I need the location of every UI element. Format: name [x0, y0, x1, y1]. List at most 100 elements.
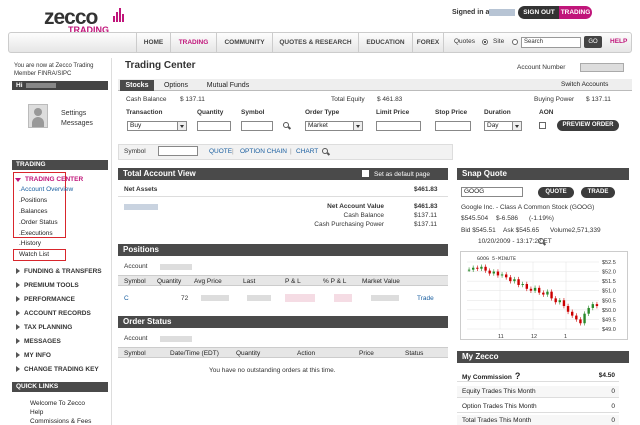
chart-candle — [562, 300, 566, 307]
snap-quote-symbol-input[interactable]: GOOG — [461, 187, 523, 197]
nav-forex[interactable]: FOREX — [412, 33, 444, 52]
nav-trading[interactable]: TRADING — [170, 33, 216, 52]
position-quantity: 72 — [181, 295, 189, 302]
nav-home[interactable]: HOME — [136, 33, 170, 52]
sidebar-item-performance[interactable]: PERFORMANCE — [16, 296, 75, 303]
col-order-symbol: Symbol — [124, 350, 146, 357]
chart-candle — [550, 291, 553, 299]
symbol-col-label: Symbol — [241, 109, 265, 116]
tab-mutual-funds[interactable]: Mutual Funds — [198, 80, 258, 91]
site-radio[interactable] — [512, 39, 518, 45]
cash-balance-row-value: $137.11 — [414, 212, 438, 219]
duration-col-label: Duration — [484, 109, 511, 116]
sidebar-item-messages[interactable]: MESSAGES — [16, 338, 61, 345]
chart-candle — [492, 271, 496, 274]
quote-link[interactable]: QUOTE — [209, 148, 232, 155]
order-type-select[interactable]: Market — [305, 121, 363, 131]
aon-checkbox[interactable] — [539, 122, 546, 129]
positions-account-redacted — [160, 264, 192, 270]
messages-link[interactable]: Messages — [61, 120, 93, 127]
limit-price-input[interactable] — [376, 121, 421, 131]
search-go-button[interactable]: GO — [584, 36, 602, 48]
quick-link-help[interactable]: Help — [30, 409, 43, 416]
trade-tabstrip — [118, 79, 632, 91]
account-id-redacted[interactable] — [124, 204, 158, 210]
signed-in-username-redacted — [489, 9, 515, 16]
chart-search-icon[interactable] — [322, 148, 328, 154]
quantity-input[interactable] — [197, 121, 231, 131]
no-orders-message: You have no outstanding orders at this t… — [209, 367, 336, 374]
snap-volume: Volume2,571,339 — [550, 227, 601, 234]
position-symbol-link[interactable]: C — [124, 295, 129, 302]
cash-balance-row-label: Cash Balance — [343, 212, 384, 219]
preview-order-button[interactable]: PREVIEW ORDER — [557, 120, 619, 131]
sign-out-button[interactable]: SIGN OUT — [518, 6, 560, 19]
sidebar-item-trading-center[interactable]: TRADING CENTER — [15, 176, 83, 183]
switch-accounts-link[interactable]: Switch Accounts — [561, 81, 608, 88]
search-input[interactable]: Search — [521, 37, 581, 48]
total-trades-row: Total Trades This Month 0 — [457, 415, 619, 425]
sidebar-item-change-trading-key[interactable]: CHANGE TRADING KEY — [16, 366, 99, 373]
nav-education[interactable]: EDUCATION — [358, 33, 412, 52]
sidebar-item-history[interactable]: .History — [19, 240, 41, 247]
chart-candle — [504, 274, 508, 278]
position-trade-link[interactable]: Trade — [417, 295, 434, 302]
duration-select[interactable]: Day — [484, 121, 522, 131]
quick-link-commissions[interactable]: Commissions & Fees — [30, 418, 91, 425]
refresh-search-icon[interactable] — [538, 238, 544, 244]
quotes-radio-label: Quotes — [454, 38, 475, 45]
snap-trade-button[interactable]: TRADE — [581, 187, 615, 198]
settings-link[interactable]: Settings — [61, 110, 86, 117]
total-equity-value: $ 461.83 — [377, 96, 403, 103]
help-link[interactable]: HELP — [610, 38, 627, 45]
tab-options[interactable]: Options — [158, 80, 194, 91]
chevron-down-icon — [180, 125, 184, 128]
tab-stocks[interactable]: Stocks — [120, 80, 154, 91]
page-title: Trading Center — [125, 60, 196, 71]
total-equity-label: Total Equity — [331, 96, 365, 103]
default-page-checkbox[interactable] — [362, 170, 369, 177]
logo-bars-icon — [113, 8, 125, 22]
order-status-header: Order Status — [118, 316, 448, 328]
symbol-input[interactable] — [241, 121, 273, 131]
symbol-lookup-input[interactable] — [158, 146, 198, 156]
sidebar-item-tax-planning[interactable]: TAX PLANNING — [16, 324, 72, 331]
option-chain-link[interactable]: OPTION CHAIN — [240, 148, 287, 155]
quotes-radio[interactable] — [482, 39, 488, 45]
nav-community[interactable]: COMMUNITY — [216, 33, 272, 52]
commission-value: $4.50 — [598, 372, 615, 379]
sidebar-item-executions[interactable]: .Executions — [19, 230, 53, 237]
chart-candle — [583, 313, 586, 324]
total-trades-value: 0 — [611, 417, 615, 424]
avatar[interactable] — [28, 104, 48, 128]
commission-row: My Commission? $4.50 — [457, 370, 619, 382]
order-status-account-redacted — [160, 336, 192, 342]
divider — [118, 196, 448, 197]
snap-last-price: $545.504 — [461, 215, 489, 222]
snap-quote-button[interactable]: QUOTE — [538, 187, 574, 198]
option-trades-value: 0 — [611, 403, 615, 410]
col-last: Last — [243, 278, 256, 285]
chart-candle — [570, 311, 574, 316]
question-icon[interactable]: ? — [515, 371, 521, 381]
col-pnl: P & L — [285, 278, 301, 285]
chart-candle — [554, 298, 557, 303]
quick-link-welcome[interactable]: Welcome To Zecco — [30, 400, 85, 407]
transaction-select[interactable]: Buy — [127, 121, 187, 131]
sidebar-item-my-info[interactable]: MY INFO — [16, 352, 51, 359]
sidebar-item-order-status[interactable]: .Order Status — [19, 219, 58, 226]
sidebar-item-watch-list[interactable]: Watch List — [19, 251, 49, 258]
sign-out-mode-badge[interactable]: TRADING — [559, 6, 592, 19]
sidebar-item-premium-tools[interactable]: PREMIUM TOOLS — [16, 282, 79, 289]
chart-title: GOOG 5-MINUTE — [477, 256, 516, 262]
sidebar-item-positions[interactable]: .Positions — [19, 197, 47, 204]
sidebar-item-account-records[interactable]: ACCOUNT RECORDS — [16, 310, 91, 317]
stop-price-input[interactable] — [435, 121, 471, 131]
sidebar-item-balances[interactable]: .Balances — [19, 208, 48, 215]
symbol-lookup-icon[interactable] — [283, 122, 289, 128]
sidebar-item-funding-transfers[interactable]: FUNDING & TRANSFERS — [16, 268, 102, 275]
chart-link[interactable]: CHART — [296, 148, 318, 155]
nav-quotes-research[interactable]: QUOTES & RESEARCH — [272, 33, 358, 52]
sidebar-item-account-overview[interactable]: .Account Overview — [19, 186, 73, 193]
option-trades-label: Option Trades This Month — [462, 403, 537, 410]
